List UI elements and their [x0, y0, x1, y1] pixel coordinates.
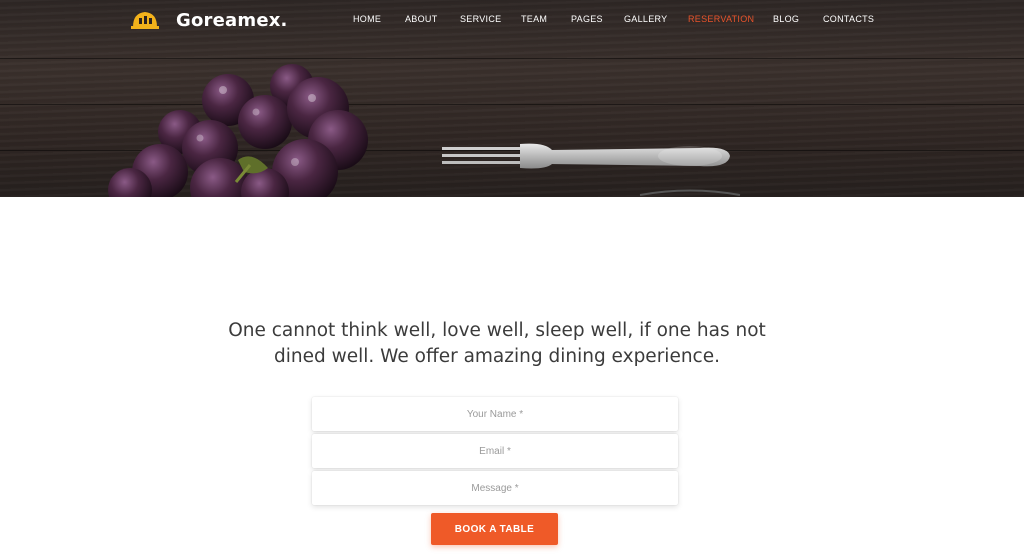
nav-item-home[interactable]: HOME	[353, 14, 381, 24]
name-field[interactable]	[312, 397, 678, 431]
book-a-table-button[interactable]: BOOK A TABLE	[431, 513, 558, 545]
fork-illustration	[442, 143, 741, 196]
email-field[interactable]	[312, 434, 678, 468]
nav-item-reservation[interactable]: RESERVATION	[688, 14, 754, 24]
message-field[interactable]	[312, 471, 678, 505]
nav-item-team[interactable]: TEAM	[521, 14, 547, 24]
nav-item-contacts[interactable]: CONTACTS	[823, 14, 874, 24]
nav-item-about[interactable]: ABOUT	[405, 14, 438, 24]
reservation-headline: One cannot think well, love well, sleep …	[228, 320, 766, 367]
nav-item-gallery[interactable]: GALLERY	[624, 14, 667, 24]
nav-item-blog[interactable]: BLOG	[773, 14, 799, 24]
hero-banner: Goreamex. HOME ABOUT SERVICE TEAM PAGES …	[0, 0, 1024, 197]
main-navigation: HOME ABOUT SERVICE TEAM PAGES GALLERY RE…	[0, 14, 1024, 28]
grapes-illustration	[108, 64, 368, 197]
nav-item-service[interactable]: SERVICE	[460, 14, 501, 24]
nav-item-pages[interactable]: PAGES	[571, 14, 603, 24]
